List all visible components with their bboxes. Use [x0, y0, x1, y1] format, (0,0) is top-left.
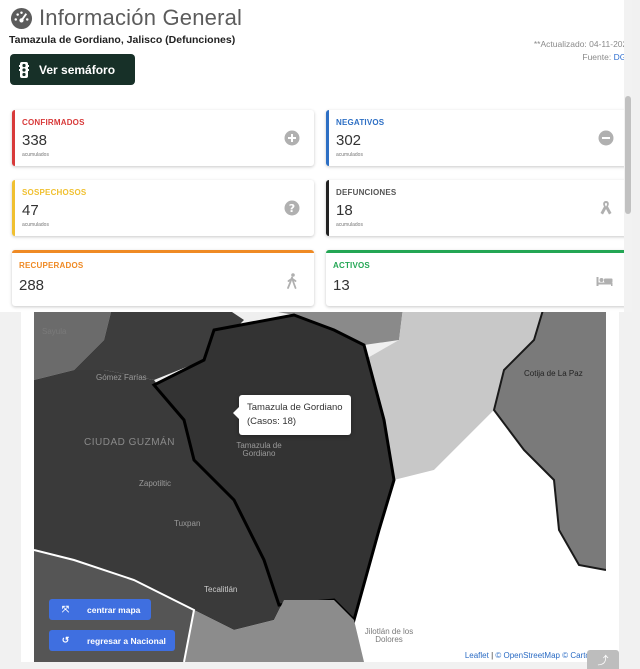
card-recuperados: RECUPERADOS 288: [12, 250, 314, 306]
card-activos-value: 13: [333, 277, 350, 294]
map-label-zapotiltic: Zapotiltic: [139, 479, 172, 488]
traffic-light-icon: [19, 61, 29, 78]
card-sospechosos-sub: acumulados: [22, 222, 49, 228]
card-confirmados-label: CONFIRMADOS: [22, 118, 85, 127]
update-info: **Actualizado: 04-11-2020 Fuente: DGE: [534, 38, 632, 64]
card-defunciones-sub: acumulados: [336, 222, 363, 228]
card-confirmados: CONFIRMADOS 338 acumulados: [12, 110, 314, 166]
minus-circle-icon: [598, 130, 614, 146]
map-label-tuxpan: Tuxpan: [174, 519, 201, 528]
map-attribution: Leaflet | © OpenStreetMap © CartoDB: [459, 649, 606, 662]
info-panel: Información General Tamazula de Gordiano…: [0, 0, 632, 312]
svg-text:?: ?: [289, 202, 295, 215]
map-label-ciudad: CIUDAD GUZMÁN: [84, 437, 175, 448]
walking-icon: [287, 273, 297, 289]
map-label-gomez: Gómez Farías: [96, 373, 147, 382]
page-title: Información General: [10, 5, 242, 31]
question-circle-icon: ?: [284, 200, 300, 216]
ribbon-icon: [600, 201, 612, 215]
card-activos: ACTIVOS 13: [326, 250, 628, 306]
map-label-jilotlan: Jilotlán de los Dolores: [364, 627, 414, 644]
card-confirmados-value: 338: [22, 132, 48, 149]
card-activos-label: ACTIVOS: [333, 261, 370, 270]
location-subtitle: Tamazula de Gordiano, Jalisco (Defuncion…: [9, 34, 236, 46]
page: Sayula Mazamitla Cotija de La Paz Gómez …: [0, 0, 640, 669]
back-national-label: regresar a Nacional: [87, 635, 166, 646]
card-sospechosos-value: 47: [22, 202, 39, 219]
back-to-top-button[interactable]: ⤴: [587, 650, 619, 669]
osm-link[interactable]: © OpenStreetMap: [495, 651, 560, 660]
center-map-label: centrar mapa: [87, 604, 141, 615]
card-recuperados-label: RECUPERADOS: [19, 261, 84, 270]
card-confirmados-sub: acumulados: [22, 152, 49, 158]
undo-icon: ↺: [61, 635, 70, 645]
plus-circle-icon: [284, 130, 300, 146]
page-title-text: Información General: [39, 5, 243, 30]
card-negativos: NEGATIVOS 302 acumulados: [326, 110, 628, 166]
card-negativos-label: NEGATIVOS: [336, 118, 385, 127]
card-sospechosos: SOSPECHOSOS 47 acumulados ?: [12, 180, 314, 236]
compress-icon: ⤧: [61, 604, 70, 614]
card-defunciones-value: 18: [336, 202, 353, 219]
card-sospechosos-label: SOSPECHOSOS: [22, 188, 87, 197]
choropleth-map[interactable]: Sayula Mazamitla Cotija de La Paz Gómez …: [34, 300, 606, 662]
tachometer-icon: [10, 7, 33, 29]
map-label-tamazula: Tamazula de Gordiano: [236, 441, 282, 458]
updated-date: **Actualizado: 04-11-2020: [533, 39, 632, 49]
back-national-button[interactable]: ↺ regresar a Nacional: [49, 630, 175, 651]
ver-semaforo-label: Ver semáforo: [39, 62, 116, 77]
map-container: Sayula Mazamitla Cotija de La Paz Gómez …: [21, 300, 619, 669]
map-label-cotija: Cotija de La Paz: [524, 369, 583, 378]
map-label-zacoalco: Tecalitlán: [204, 585, 238, 594]
ver-semaforo-button[interactable]: Ver semáforo: [10, 54, 135, 85]
scrollbar-thumb[interactable]: [625, 96, 631, 214]
map-label-sayula: Sayula: [42, 327, 67, 336]
card-defunciones: DEFUNCIONES 18 acumulados: [326, 180, 628, 236]
card-negativos-sub: acumulados: [336, 152, 363, 158]
arrow-up-icon: ⤴: [597, 655, 609, 667]
card-negativos-value: 302: [336, 132, 362, 149]
card-recuperados-value: 288: [19, 277, 45, 294]
source-label: Fuente:: [582, 52, 612, 63]
card-defunciones-label: DEFUNCIONES: [336, 188, 397, 197]
scrollbar[interactable]: [624, 0, 632, 312]
tooltip-cases: (Casos: 18): [247, 415, 297, 427]
map-tooltip: Tamazula de Gordiano (Casos: 18): [233, 395, 351, 435]
tooltip-municipality: Tamazula de Gordiano: [247, 402, 343, 413]
bed-icon: [596, 277, 613, 286]
leaflet-link[interactable]: Leaflet: [465, 651, 489, 660]
source-line: Fuente: DGE: [534, 51, 632, 64]
center-map-button[interactable]: ⤧ centrar mapa: [49, 599, 151, 620]
